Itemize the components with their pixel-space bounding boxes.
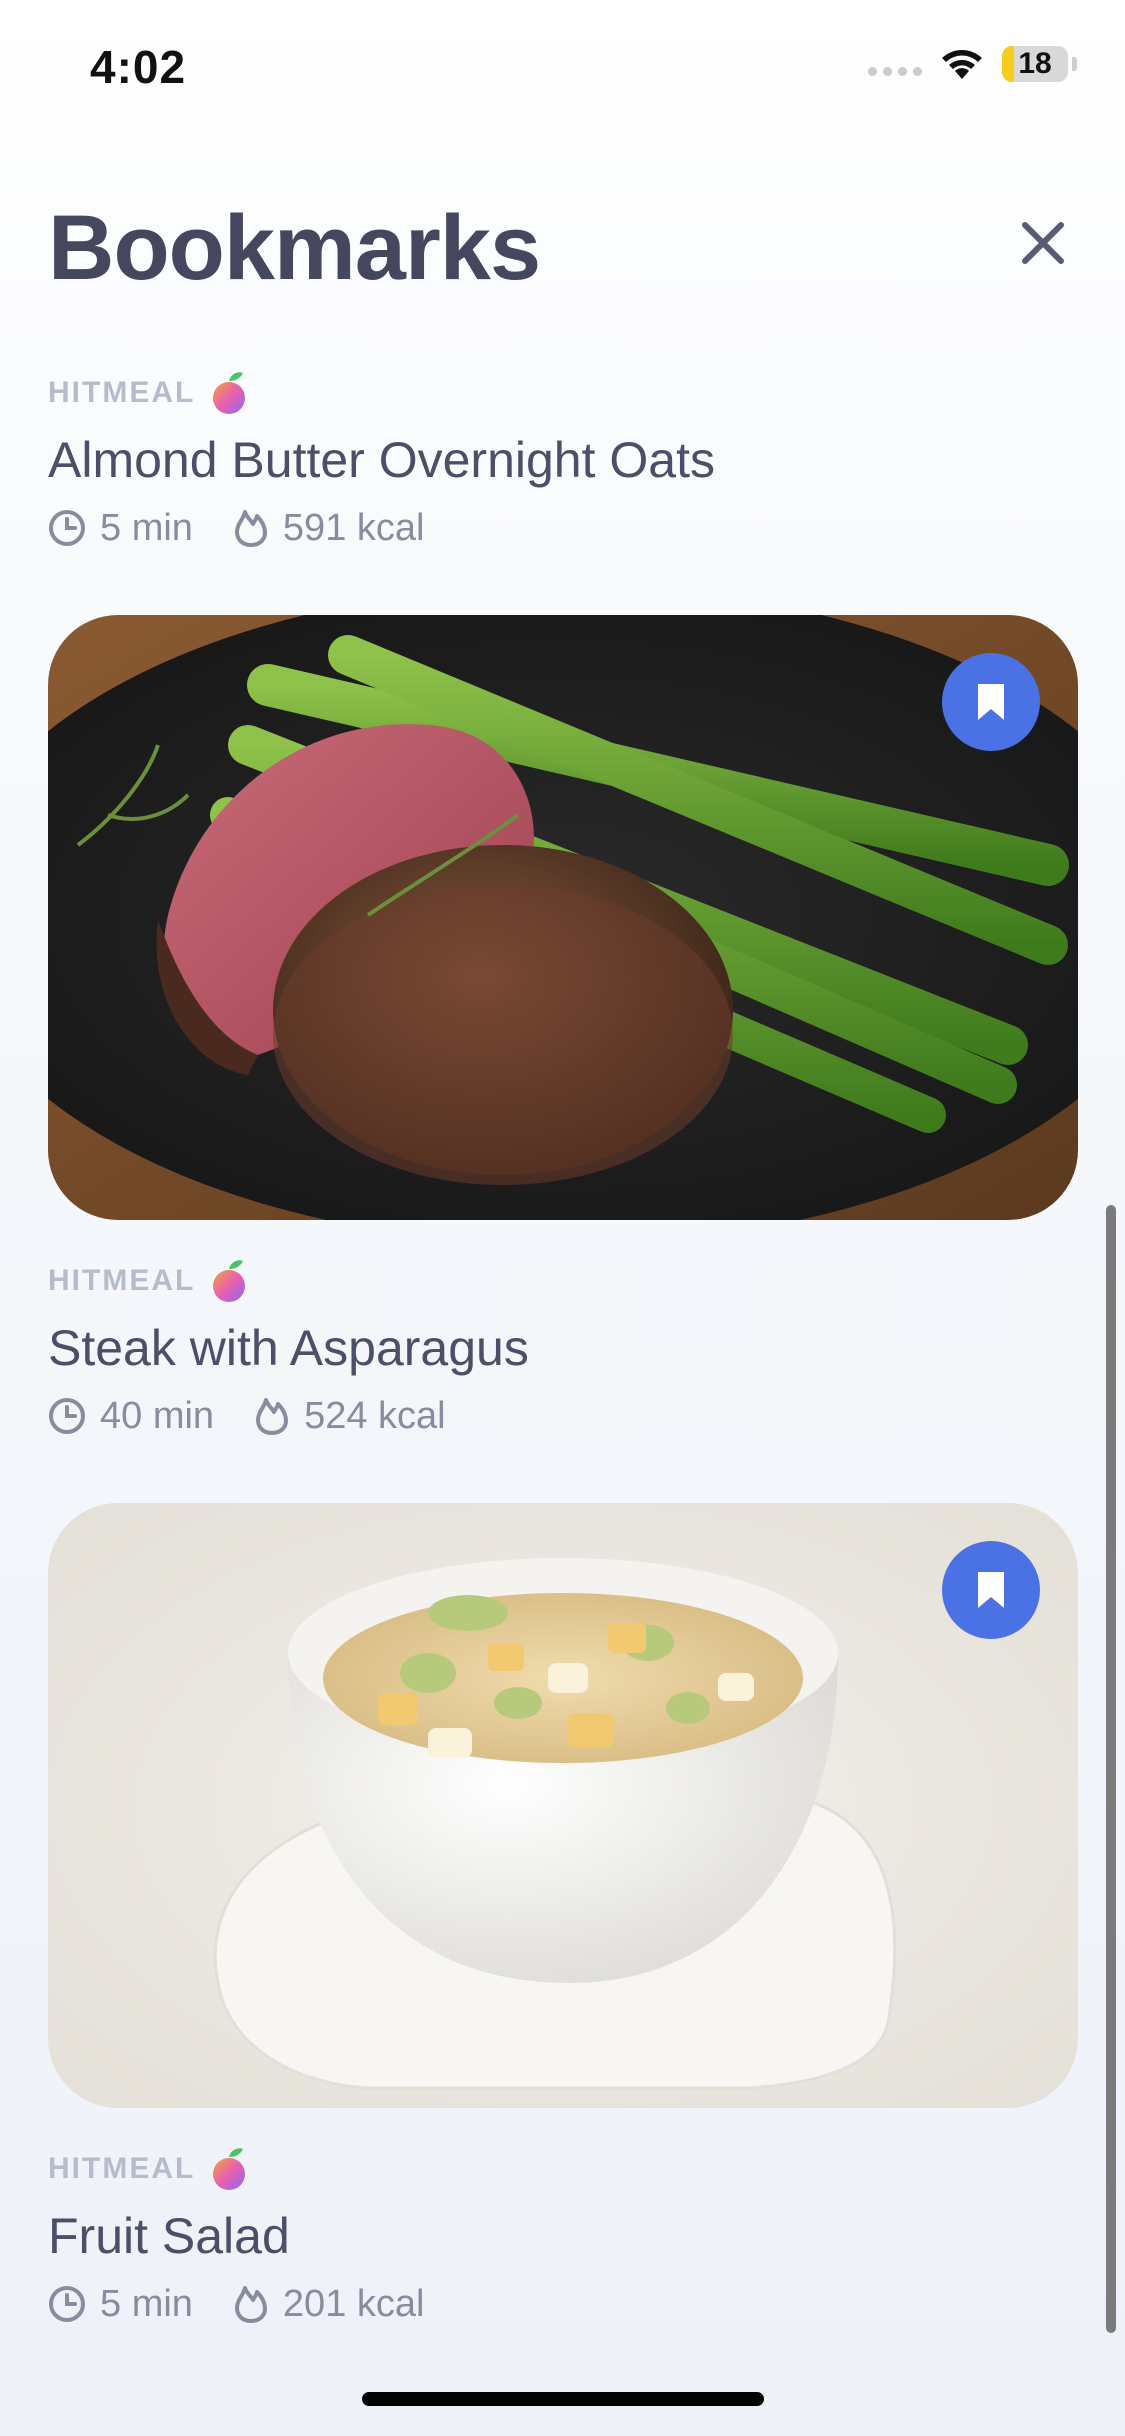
battery-level — [1002, 46, 1014, 82]
bookmark-icon — [978, 684, 1004, 720]
battery-cap — [1072, 57, 1077, 71]
calories-stat: 524 kcal — [254, 1395, 446, 1438]
source-row: HITMEAL — [48, 1258, 1078, 1304]
duration-stat: 5 min — [48, 507, 193, 550]
clock-icon — [49, 2286, 85, 2322]
fruit-salad-image — [48, 1503, 1078, 2108]
duration-text: 5 min — [100, 506, 193, 549]
calories-stat: 591 kcal — [233, 506, 425, 550]
calories-text: 201 kcal — [282, 2282, 425, 2325]
wifi-icon — [940, 47, 984, 81]
source-name: HITMEAL — [48, 2152, 196, 2185]
calories-text: 591 kcal — [282, 506, 425, 549]
flame-icon — [256, 1398, 289, 1435]
duration-text: 5 min — [100, 2282, 193, 2325]
status-bar: 4:02 18 — [0, 0, 1125, 140]
source-name: HITMEAL — [48, 1264, 196, 1297]
bookmark-button[interactable] — [942, 653, 1040, 751]
calories-text: 524 kcal — [304, 1394, 446, 1437]
recipe-item[interactable]: HITMEAL Fruit Salad 5 min 201 kcal — [48, 2146, 1078, 2332]
bookmark-button[interactable] — [942, 1541, 1040, 1639]
battery-icon: 18 — [1002, 46, 1068, 82]
cellular-signal-icon — [868, 66, 922, 76]
recipe-stats: 5 min 591 kcal — [48, 500, 1078, 556]
source-row: HITMEAL — [48, 2146, 1078, 2192]
peach-logo-icon — [213, 1260, 246, 1302]
recipe-image[interactable] — [48, 615, 1078, 1220]
flame-icon — [234, 2286, 267, 2323]
close-icon — [1022, 222, 1064, 264]
source-name: HITMEAL — [48, 376, 196, 409]
source-row: HITMEAL — [48, 370, 1078, 416]
steak-image — [48, 615, 1078, 1220]
status-time: 4:02 — [90, 41, 187, 93]
bookmark-icon — [978, 1572, 1004, 1608]
clock-icon — [49, 1398, 85, 1434]
recipe-item[interactable]: HITMEAL Steak with Asparagus 40 min 524 … — [48, 1258, 1078, 1444]
home-indicator[interactable] — [362, 2392, 764, 2406]
page-title: Bookmarks — [48, 197, 541, 299]
duration-stat: 5 min — [48, 2283, 193, 2326]
calories-stat: 201 kcal — [233, 2282, 425, 2326]
peach-logo-icon — [213, 2148, 246, 2190]
duration-text: 40 min — [100, 1394, 215, 1437]
recipe-image[interactable] — [48, 1503, 1078, 2108]
close-button[interactable] — [1010, 210, 1076, 276]
recipe-title: Almond Butter Overnight Oats — [48, 432, 715, 488]
recipe-title: Fruit Salad — [48, 2208, 290, 2264]
status-icons: 18 — [868, 46, 1077, 82]
recipe-stats: 40 min 524 kcal — [48, 1388, 1078, 1444]
duration-stat: 40 min — [48, 1395, 214, 1438]
flame-icon — [234, 510, 267, 547]
peach-logo-icon — [213, 372, 246, 414]
recipe-item[interactable]: HITMEAL Almond Butter Overnight Oats 5 m… — [48, 370, 1078, 556]
battery-percentage: 18 — [1018, 47, 1052, 80]
scrollbar[interactable] — [1106, 1205, 1116, 2333]
header: Bookmarks — [0, 150, 1125, 330]
recipe-title: Steak with Asparagus — [48, 1320, 529, 1376]
clock-icon — [49, 510, 85, 546]
recipe-stats: 5 min 201 kcal — [48, 2276, 1078, 2332]
